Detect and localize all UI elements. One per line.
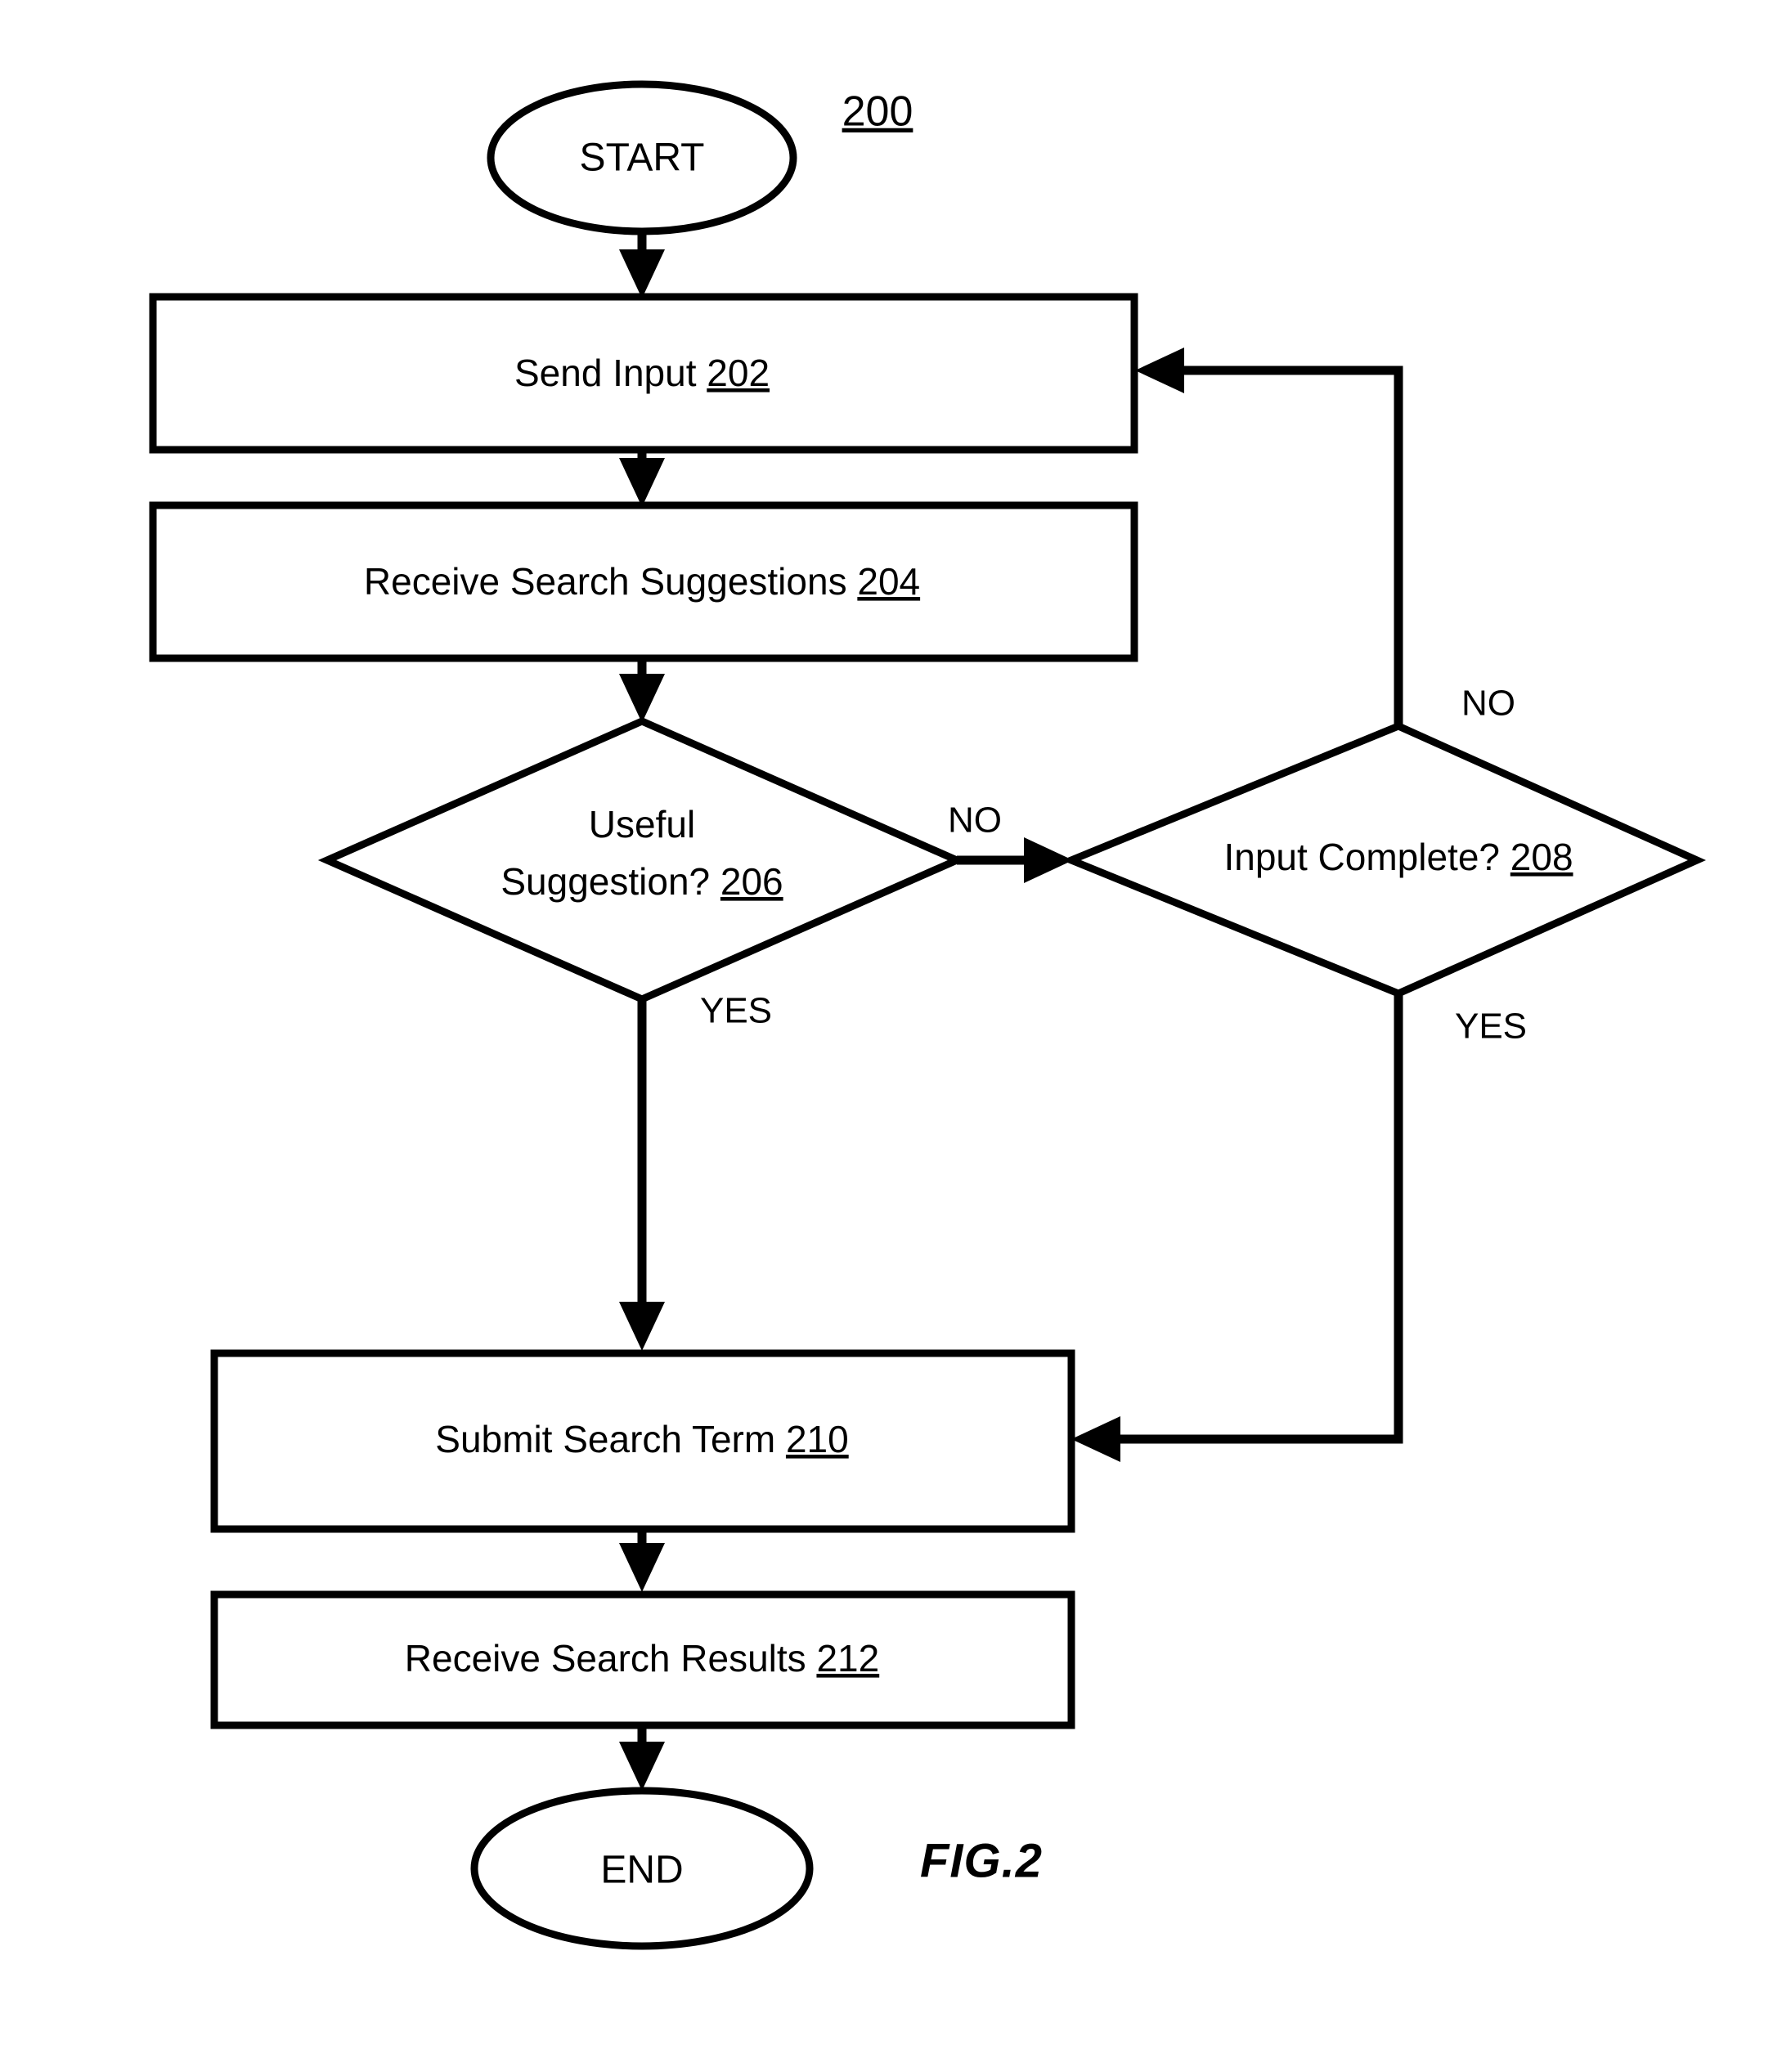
input-complete-ref: 208 [1510,836,1573,878]
receive-results-label: Receive Search Results [405,1637,806,1680]
node-useful-suggestion[interactable]: Useful Suggestion? 206 [317,717,967,1003]
start-label: START [580,137,705,180]
useful-suggestion-text-line2: Suggestion? 206 [500,860,783,903]
node-send-input[interactable]: Send Input 202 [149,293,1138,454]
input-complete-text: Input Complete? 208 [1223,836,1573,878]
node-end[interactable]: END [470,1787,814,1950]
arrowhead-input-complete-yes [1071,1416,1120,1462]
connector-receive-results-to-end [619,1725,665,1791]
send-input-ref: 202 [707,352,770,394]
useful-suggestion-line1: Useful [589,803,695,845]
arrowhead-receive-suggestions-to-useful-suggestion [619,674,665,723]
useful-suggestion-line2: Suggestion? [500,860,710,903]
figure-reference-label: 200 [842,88,913,136]
end-label: END [600,1849,683,1892]
node-receive-results[interactable]: Receive Search Results 212 [210,1590,1075,1729]
edge-label-input-complete-yes: YES [1455,1007,1527,1047]
node-input-complete[interactable]: Input Complete? 208 [1062,722,1707,998]
receive-suggestions-text: Receive Search Suggestions 204 [364,560,920,603]
receive-results-text: Receive Search Results 212 [405,1637,879,1680]
connector-useful-suggestion-yes-to-submit-search-term [619,999,665,1351]
connector-send-input-to-receive-suggestions [619,450,665,507]
node-receive-suggestions[interactable]: Receive Search Suggestions 204 [149,501,1138,662]
figure-reference-200: 200 [842,88,913,136]
edge-label-input-complete-no: NO [1461,684,1515,724]
arrowhead-receive-results-to-end [619,1742,665,1791]
node-submit-search-term[interactable]: Submit Search Term 210 [210,1349,1075,1533]
flowchart-diagram: Input Complete? 208 --> Submit Search Te… [149,80,1707,1950]
arrowhead-start-to-send-input [619,249,665,298]
receive-suggestions-ref: 204 [857,560,920,603]
arrowhead-input-complete-no [1135,348,1184,393]
arrowhead-submit-search-term-to-receive-results [619,1543,665,1592]
submit-search-term-label: Submit Search Term [435,1418,775,1460]
figure-caption: FIG.2 [920,1834,1043,1887]
connector-useful-suggestion-no-to-input-complete [957,837,1073,883]
edge-label-useful-suggestion-yes: YES [700,991,772,1031]
connector-receive-suggestions-to-useful-suggestion [619,658,665,723]
submit-search-term-ref: 210 [786,1418,849,1460]
edge-label-useful-suggestion-no: NO [948,801,1002,841]
useful-suggestion-ref: 206 [720,860,783,903]
send-input-label: Send Input [514,352,697,394]
connector-submit-search-term-to-receive-results [619,1529,665,1592]
connector-input-complete-yes-to-submit-search-term [1071,993,1403,1462]
arrowhead-send-input-to-receive-suggestions [619,458,665,507]
send-input-text: Send Input 202 [514,352,770,394]
node-start[interactable]: START [487,80,797,235]
figure-container: Input Complete? 208 --> Submit Search Te… [0,0,1782,2072]
submit-search-term-text: Submit Search Term 210 [435,1418,848,1460]
input-complete-label: Input Complete? [1223,836,1500,878]
arrowhead-useful-suggestion-yes [619,1302,665,1351]
connector-input-complete-no-to-send-input [1135,348,1403,726]
receive-results-ref: 212 [816,1637,879,1680]
receive-suggestions-label: Receive Search Suggestions [364,560,847,603]
